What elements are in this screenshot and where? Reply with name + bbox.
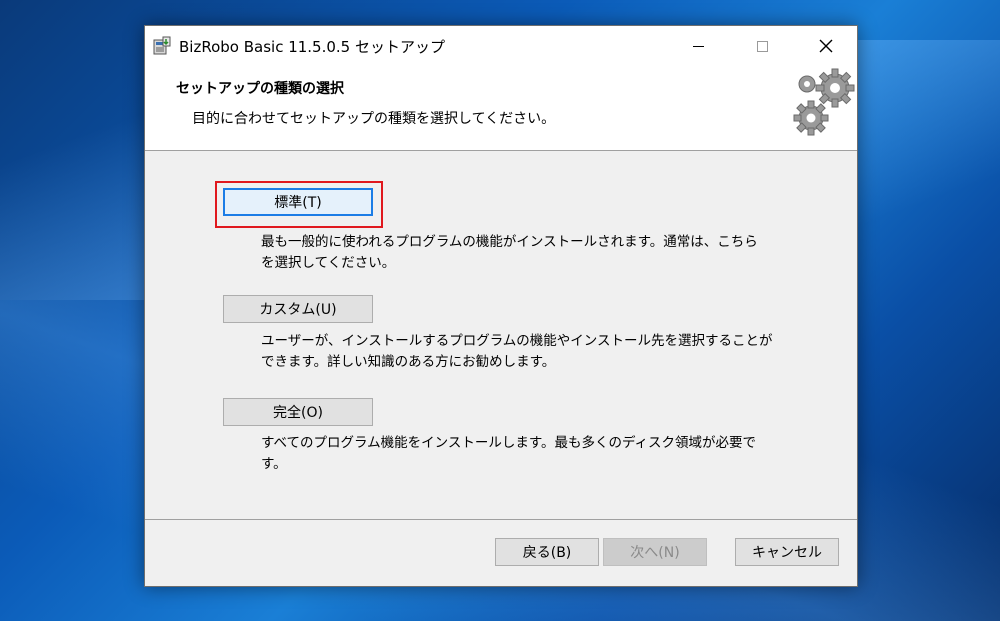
minimize-icon (692, 45, 704, 47)
close-button[interactable] (803, 26, 849, 66)
maximize-button[interactable] (739, 26, 785, 66)
description-line: 最も一般的に使われるプログラムの機能がインストールされます。通常は、こちら (261, 234, 758, 250)
next-button[interactable]: 次へ(N) (603, 538, 707, 566)
page-subtitle: 目的に合わせてセットアップの種類を選択してください。 (192, 111, 556, 127)
complete-description: すべてのプログラム機能をインストールします。最も多くのディスク領域が必要で す。 (261, 433, 821, 475)
minimize-button[interactable] (675, 26, 721, 66)
installer-app-icon (153, 36, 171, 55)
complete-setup-button[interactable]: 完全(O) (223, 398, 373, 426)
cancel-button[interactable]: キャンセル (735, 538, 839, 566)
description-line: す。 (261, 456, 287, 472)
description-line: すべてのプログラム機能をインストールします。最も多くのディスク領域が必要で (261, 435, 757, 451)
description-line: を選択してください。 (261, 255, 396, 271)
maximize-icon (756, 40, 768, 52)
description-line: ユーザーが、インストールするプログラムの機能やインストール先を選択することが (261, 333, 773, 349)
standard-setup-button[interactable]: 標準(T) (223, 188, 373, 216)
footer-divider (145, 519, 857, 520)
custom-setup-button[interactable]: カスタム(U) (223, 295, 373, 323)
header-banner: セットアップの種類の選択 目的に合わせてセットアップの種類を選択してください。 (145, 66, 857, 151)
page-title: セットアップの種類の選択 (176, 81, 344, 97)
back-button[interactable]: 戻る(B) (495, 538, 599, 566)
title-bar[interactable]: BizRobo Basic 11.5.0.5 セットアップ (145, 26, 857, 66)
gears-icon (793, 68, 855, 136)
close-icon (819, 39, 833, 53)
window-title: BizRobo Basic 11.5.0.5 セットアップ (179, 38, 445, 56)
standard-description: 最も一般的に使われるプログラムの機能がインストールされます。通常は、こちら を選… (261, 232, 821, 274)
custom-description: ユーザーが、インストールするプログラムの機能やインストール先を選択することが で… (261, 331, 821, 373)
setup-dialog: BizRobo Basic 11.5.0.5 セットアップ セットアップの種類の… (144, 25, 858, 587)
description-line: できます。詳しい知識のある方にお勧めします。 (261, 354, 556, 370)
